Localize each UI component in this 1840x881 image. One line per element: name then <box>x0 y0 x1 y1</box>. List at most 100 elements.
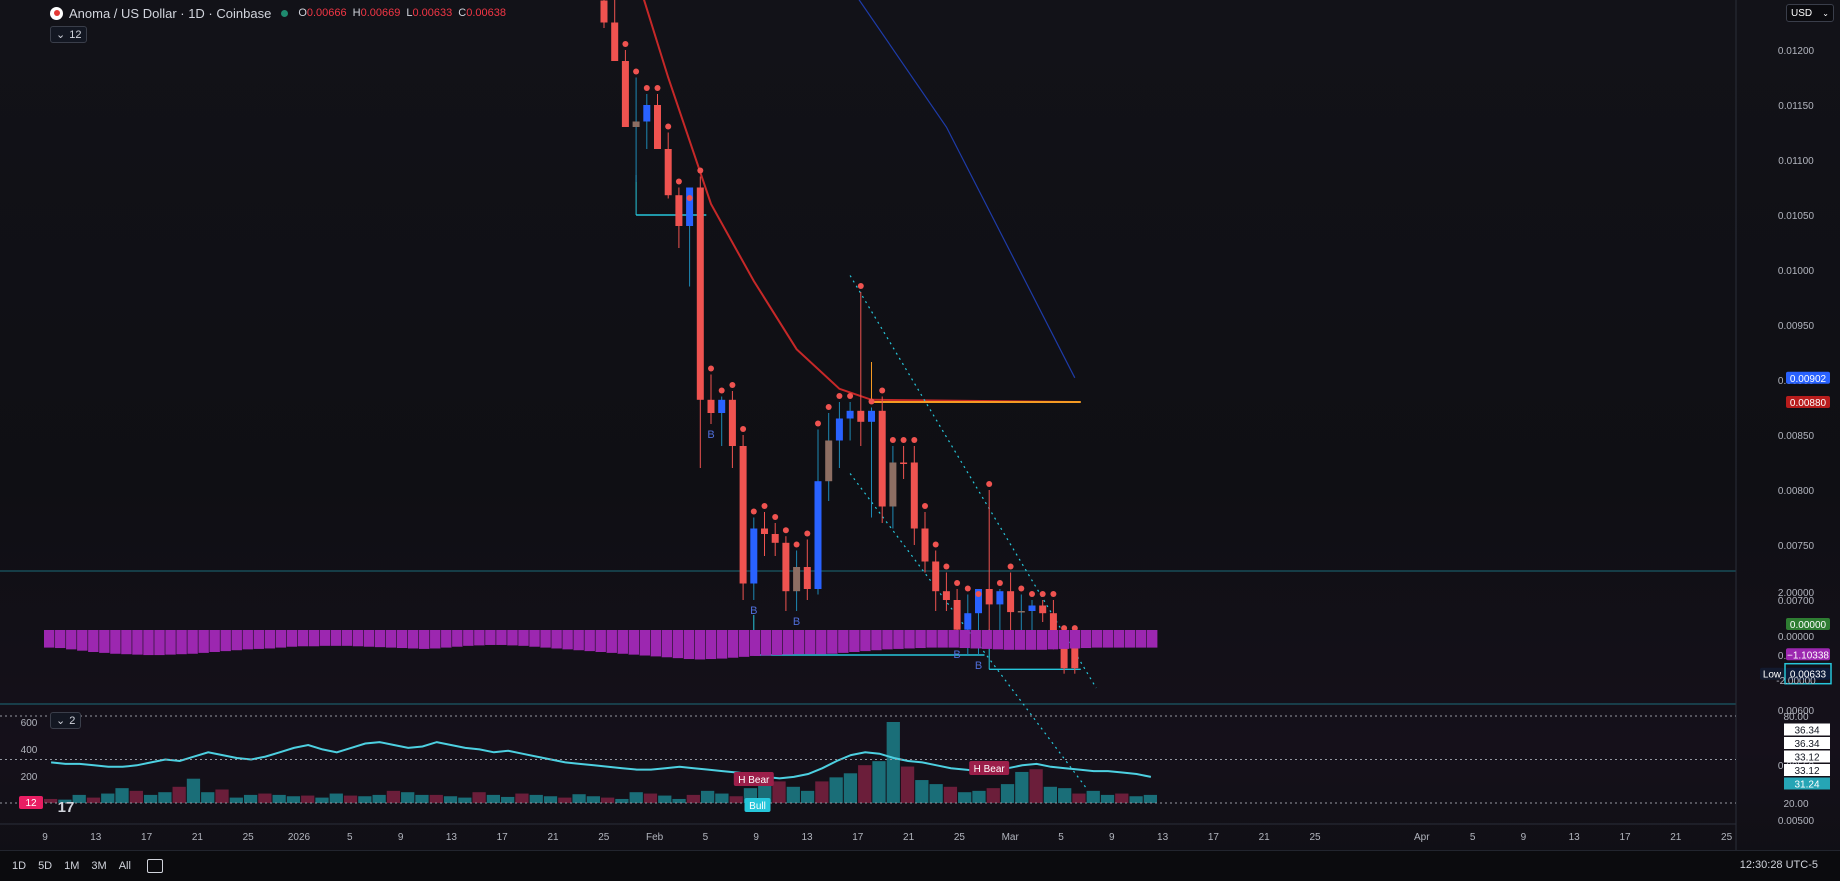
volume-bar <box>386 790 401 803</box>
volume-bar <box>272 794 286 803</box>
volume-bar <box>872 761 886 803</box>
osc-bar <box>816 630 827 655</box>
time-axis-label: 25 <box>1309 832 1321 843</box>
volume-axis-label: 400 <box>21 745 38 756</box>
volume-bar <box>343 795 358 803</box>
price-axis-label: 0.01150 <box>1778 101 1814 112</box>
osc-bar <box>242 630 253 650</box>
time-axis-label: 21 <box>903 832 915 843</box>
chart-workspace[interactable]: Anoma / US Dollar · 1D · Coinbase O0.006… <box>0 0 1840 881</box>
psar-dot <box>708 365 714 372</box>
psar-dot <box>954 580 961 586</box>
osc-bar <box>518 630 529 646</box>
time-axis-label: 25 <box>954 832 966 843</box>
time-axis-label: 5 <box>347 832 353 843</box>
range-all[interactable]: All <box>119 860 131 872</box>
osc-bar <box>573 630 584 651</box>
candle-body <box>654 105 661 149</box>
volume-bar <box>772 781 786 803</box>
osc-bar <box>1025 630 1037 650</box>
chart-canvas[interactable]: 0.01200 0.01150 0.01100 0.01050 0.01000 0.009… <box>0 0 1840 850</box>
candle-body <box>835 418 843 441</box>
osc-bar <box>981 630 992 649</box>
range-1d[interactable]: 1D <box>12 860 26 872</box>
candle-body <box>696 187 704 400</box>
osc-bar <box>1146 630 1158 648</box>
osc-bar <box>782 630 794 655</box>
osc-bar <box>319 630 331 646</box>
psar-dot <box>1050 591 1057 597</box>
psar-dot <box>740 426 747 432</box>
osc-bar <box>385 630 397 648</box>
osc-bar <box>904 630 915 649</box>
time-axis-label: 21 <box>1259 832 1271 843</box>
candle-body <box>1039 605 1047 614</box>
volume-bar <box>215 789 229 803</box>
volume-bar <box>1043 786 1058 803</box>
osc-bar <box>827 630 838 654</box>
rsi-tag-value: 33.12 <box>1794 753 1819 764</box>
time-axis-label: 5 <box>703 832 709 843</box>
candle-body <box>664 149 672 196</box>
volume-bar <box>543 796 558 803</box>
candle-body <box>707 399 715 413</box>
osc-bar <box>496 630 507 645</box>
candle-body <box>1028 605 1036 611</box>
osc-bar <box>55 630 66 649</box>
osc-bar <box>760 630 772 656</box>
osc-bar <box>959 630 970 649</box>
volume-bar <box>601 797 615 803</box>
indicator-badge-value: 12 <box>25 798 37 809</box>
volume-bar <box>1086 790 1100 803</box>
volume-bar <box>229 797 243 803</box>
osc-tag-value: 0.00000 <box>1790 620 1827 631</box>
psar-dot <box>750 508 757 515</box>
candle-body <box>868 410 875 422</box>
candle-body <box>900 462 908 464</box>
osc-bar <box>308 630 320 647</box>
range-5d[interactable]: 5D <box>38 860 52 872</box>
time-axis-label: 21 <box>547 832 559 843</box>
volume-indicators-toggle[interactable]: ⌄ 2 <box>50 712 82 729</box>
time-axis-label: 9 <box>753 832 759 843</box>
osc-bar <box>628 630 640 655</box>
osc-bar <box>297 630 309 647</box>
time-axis-label: 17 <box>141 832 153 843</box>
volume-bar <box>1058 788 1072 803</box>
osc-bar <box>661 630 673 658</box>
osc-bar <box>672 630 684 659</box>
candle-body <box>1017 611 1025 613</box>
time-axis-label: 13 <box>90 832 102 843</box>
osc-bar <box>1091 630 1103 648</box>
calendar-icon[interactable] <box>146 859 163 873</box>
volume-bar <box>415 794 429 803</box>
range-1m[interactable]: 1M <box>64 860 79 872</box>
osc-bar <box>264 630 276 649</box>
osc-bar <box>794 630 805 655</box>
osc-bar <box>99 630 110 653</box>
candle-body <box>1007 591 1015 613</box>
price-axis-label: 0.01000 <box>1778 266 1815 277</box>
volume-bar <box>843 773 858 803</box>
rsi-tag-value: 33.12 <box>1794 766 1819 777</box>
psar-dot <box>633 68 640 75</box>
volume-bar <box>1015 771 1029 803</box>
psar-dot <box>836 393 843 399</box>
osc-bar <box>1124 630 1136 648</box>
volume-axis-label: 200 <box>21 772 38 783</box>
osc-bar <box>198 630 209 653</box>
psar-dot <box>815 420 821 427</box>
rsi-tag-value: 36.34 <box>1794 739 1819 750</box>
osc-bar <box>231 630 242 651</box>
volume-bar <box>786 786 800 803</box>
candle-body <box>889 462 897 507</box>
psar-dot <box>986 481 993 487</box>
osc-axis-label: 2.00000 <box>1778 588 1815 599</box>
psar-dot <box>729 382 736 388</box>
osc-bar <box>1058 630 1070 649</box>
time-axis-label: 17 <box>852 832 864 843</box>
time-axis-label: 25 <box>1721 832 1733 843</box>
osc-bar <box>595 630 606 652</box>
range-3m[interactable]: 3M <box>91 860 106 872</box>
psar-dot <box>643 85 650 91</box>
